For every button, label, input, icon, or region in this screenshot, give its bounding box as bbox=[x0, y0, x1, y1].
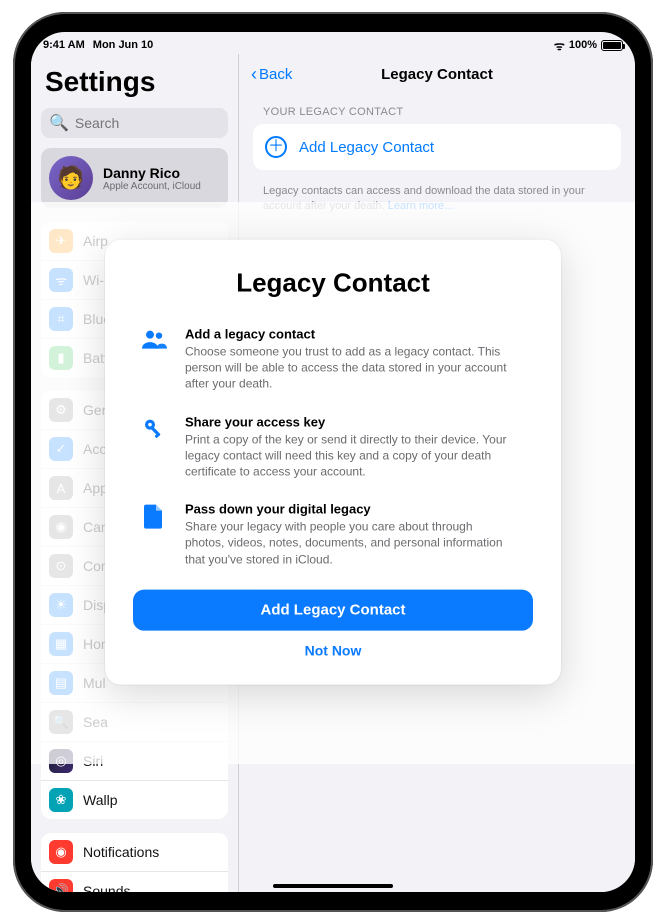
feature-title: Add a legacy contact bbox=[185, 327, 515, 342]
sidebar-group-3: ◉Notifications🔊Sounds☾Focus⧗Screen Time bbox=[41, 833, 228, 892]
account-name: Danny Rico bbox=[103, 165, 201, 181]
add-legacy-contact-row[interactable]: ＋ Add Legacy Contact bbox=[253, 124, 621, 170]
sidebar-item-label: Wallp bbox=[83, 792, 118, 808]
account-sub: Apple Account, iCloud bbox=[103, 181, 201, 192]
group-label: YOUR LEGACY CONTACT bbox=[263, 106, 611, 118]
feature-title: Share your access key bbox=[185, 414, 515, 429]
sidebar-item[interactable]: ❀ Wallp bbox=[41, 781, 228, 819]
feature-title: Pass down your digital legacy bbox=[185, 502, 515, 517]
nav-bar: ‹ Back Legacy Contact bbox=[251, 54, 623, 94]
settings-row-icon: ◉ bbox=[49, 840, 73, 864]
status-time: 9:41 AM bbox=[43, 39, 85, 51]
account-card[interactable]: 🧑 Danny Rico Apple Account, iCloud bbox=[41, 148, 228, 208]
feature-desc: Share your legacy with people you care a… bbox=[185, 519, 515, 568]
screen: 9:41 AM Mon Jun 10 ᯤ 100% Settings 🔍 🎤 🧑 bbox=[31, 32, 635, 892]
legacy-contact-modal: Legacy Contact Add a legacy contact Choo… bbox=[105, 240, 561, 685]
feature-desc: Print a copy of the key or send it direc… bbox=[185, 431, 515, 480]
feature-add-contact: Add a legacy contact Choose someone you … bbox=[133, 327, 533, 393]
document-icon bbox=[139, 502, 169, 568]
status-date: Mon Jun 10 bbox=[93, 39, 154, 51]
home-indicator[interactable] bbox=[273, 884, 393, 888]
feature-desc: Choose someone you trust to add as a leg… bbox=[185, 344, 515, 393]
feature-digital-legacy: Pass down your digital legacy Share your… bbox=[133, 502, 533, 568]
settings-row-icon: 🔊 bbox=[49, 879, 73, 892]
search-input[interactable] bbox=[75, 115, 239, 131]
search-field[interactable]: 🔍 🎤 bbox=[41, 108, 228, 138]
modal-title: Legacy Contact bbox=[133, 268, 533, 299]
battery-icon bbox=[601, 40, 623, 51]
search-icon: 🔍 bbox=[49, 113, 69, 133]
back-button[interactable]: ‹ Back bbox=[251, 64, 292, 85]
device-frame: 9:41 AM Mon Jun 10 ᯤ 100% Settings 🔍 🎤 🧑 bbox=[13, 12, 653, 912]
settings-row-icon: ❀ bbox=[49, 788, 73, 812]
chevron-left-icon: ‹ bbox=[251, 64, 257, 85]
page-title: Settings bbox=[39, 60, 230, 104]
status-bar: 9:41 AM Mon Jun 10 ᯤ 100% bbox=[31, 32, 635, 54]
sidebar-item[interactable]: 🔊 Sounds bbox=[41, 872, 228, 892]
wifi-icon: ᯤ bbox=[554, 37, 565, 54]
detail-group: ＋ Add Legacy Contact bbox=[253, 124, 621, 170]
feature-share-key: Share your access key Print a copy of th… bbox=[133, 414, 533, 480]
sidebar-item-label: Notifications bbox=[83, 844, 159, 860]
nav-title: Legacy Contact bbox=[251, 66, 623, 83]
key-icon bbox=[139, 414, 169, 480]
back-label: Back bbox=[259, 66, 292, 83]
status-battery-pct: 100% bbox=[569, 39, 597, 51]
add-legacy-contact-button[interactable]: Add Legacy Contact bbox=[133, 589, 533, 630]
add-legacy-contact-label: Add Legacy Contact bbox=[299, 139, 434, 156]
people-icon bbox=[139, 327, 169, 393]
plus-icon: ＋ bbox=[265, 136, 287, 158]
avatar: 🧑 bbox=[49, 156, 93, 200]
sidebar-item[interactable]: ◉ Notifications bbox=[41, 833, 228, 872]
sidebar-item-label: Sounds bbox=[83, 883, 130, 892]
not-now-button[interactable]: Not Now bbox=[133, 630, 533, 662]
